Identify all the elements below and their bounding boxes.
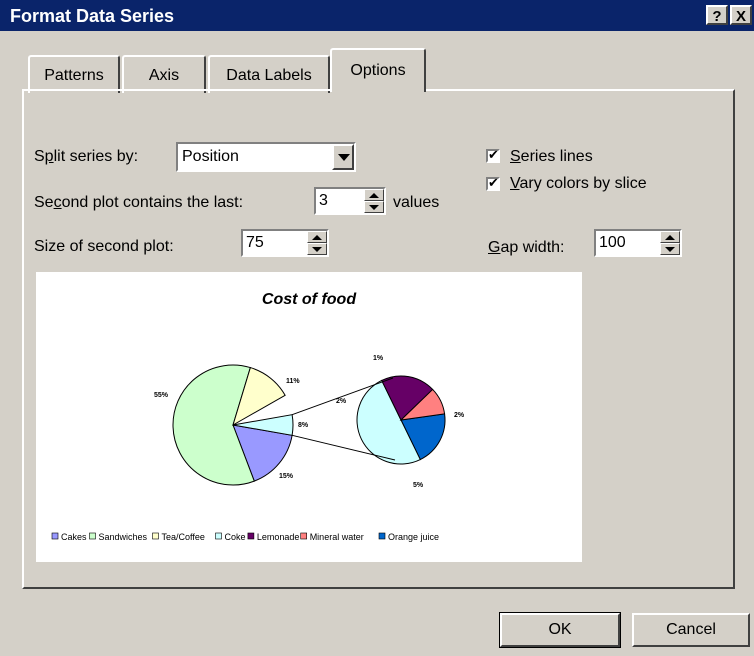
data-label-mineral-water: 1% [373,355,384,362]
legend-swatch-5 [300,532,308,540]
spin-down-icon[interactable] [660,243,680,255]
gap-width-value: 100 [599,234,626,251]
legend-swatch-6 [378,532,386,540]
legend-label-0: Cakes [61,532,87,542]
split-series-value: Position [182,148,239,165]
chart-title: Cost of food [262,291,357,308]
size-second-plot-spinner[interactable]: 75 [241,229,329,257]
pie-of-pie-chart: Cost of food 55% 11% 8% 15% 1% 2% 2% 5% Cakes San… [51,291,465,542]
gap-width-spinner[interactable]: 100 [594,229,682,257]
series-lines-checkbox[interactable] [486,147,500,163]
spin-up-icon[interactable] [364,189,384,201]
second-plot-spinner[interactable]: 3 [314,187,386,215]
legend-swatch-0 [51,532,59,540]
legend-swatch-1 [89,532,96,540]
tab-data-labels[interactable]: Data Labels [208,55,330,93]
legend-label-1: Sandwiches [99,532,148,542]
legend-label-5: Mineral water [310,532,364,542]
tab-axis[interactable]: Axis [122,55,206,93]
split-series-label: Split series by: [34,148,139,165]
chart-preview: Cost of food 55% 11% 8% 15% 1% 2% 2% 5% Cakes San… [36,272,582,562]
chevron-down-icon[interactable] [332,144,354,170]
tab-patterns[interactable]: Patterns [28,55,120,93]
spin-down-icon[interactable] [307,243,327,255]
gap-width-label: Gap width: [488,239,565,256]
dialog-title-bar: Format Data Series ? X [0,0,754,31]
dialog-title: Format Data Series [10,6,175,26]
tab-axis-label: Axis [148,67,180,84]
legend-label-3: Coke [225,532,246,542]
cancel-button[interactable]: Cancel [632,613,750,647]
legend-label-4: Lemonade [257,532,300,542]
legend-swatch-3 [215,532,222,540]
close-button[interactable]: X [730,5,752,25]
split-series-dropdown[interactable]: Position [176,142,356,172]
data-label-coke: 5% [413,482,424,489]
data-label-sandwiches: 55% [154,392,169,399]
spin-up-icon[interactable] [307,231,327,243]
spin-down-icon[interactable] [364,201,384,213]
series-lines-label: Series lines [510,148,593,165]
size-second-plot-value: 75 [246,234,264,251]
legend-label-2: Tea/Coffee [162,532,205,542]
second-plot-label: Second plot contains the last: [34,194,244,211]
vary-colors-label: Vary colors by slice [510,175,647,192]
legend-swatch-2 [152,532,159,540]
values-label: values [393,194,440,211]
legend-label-6: Orange juice [388,532,439,542]
tab-data-labels-label: Data Labels [226,67,312,84]
data-label-tea-coffee: 11% [286,378,300,385]
legend-swatch-4 [247,532,255,540]
spin-up-icon[interactable] [660,231,680,243]
tab-patterns-label: Patterns [44,67,104,84]
tab-options[interactable]: Options [330,48,426,92]
help-button[interactable]: ? [706,5,728,25]
data-label-cakes: 15% [279,473,294,480]
tab-options-label: Options [350,62,406,79]
data-label-orange-juice: 2% [454,412,465,419]
ok-button[interactable]: OK [499,612,621,648]
data-label-lemonade: 2% [336,398,347,405]
second-plot-value: 3 [319,192,328,209]
size-second-plot-label: Size of second plot: [34,238,174,255]
vary-colors-checkbox[interactable] [486,175,500,191]
data-label-other: 8% [298,422,309,429]
